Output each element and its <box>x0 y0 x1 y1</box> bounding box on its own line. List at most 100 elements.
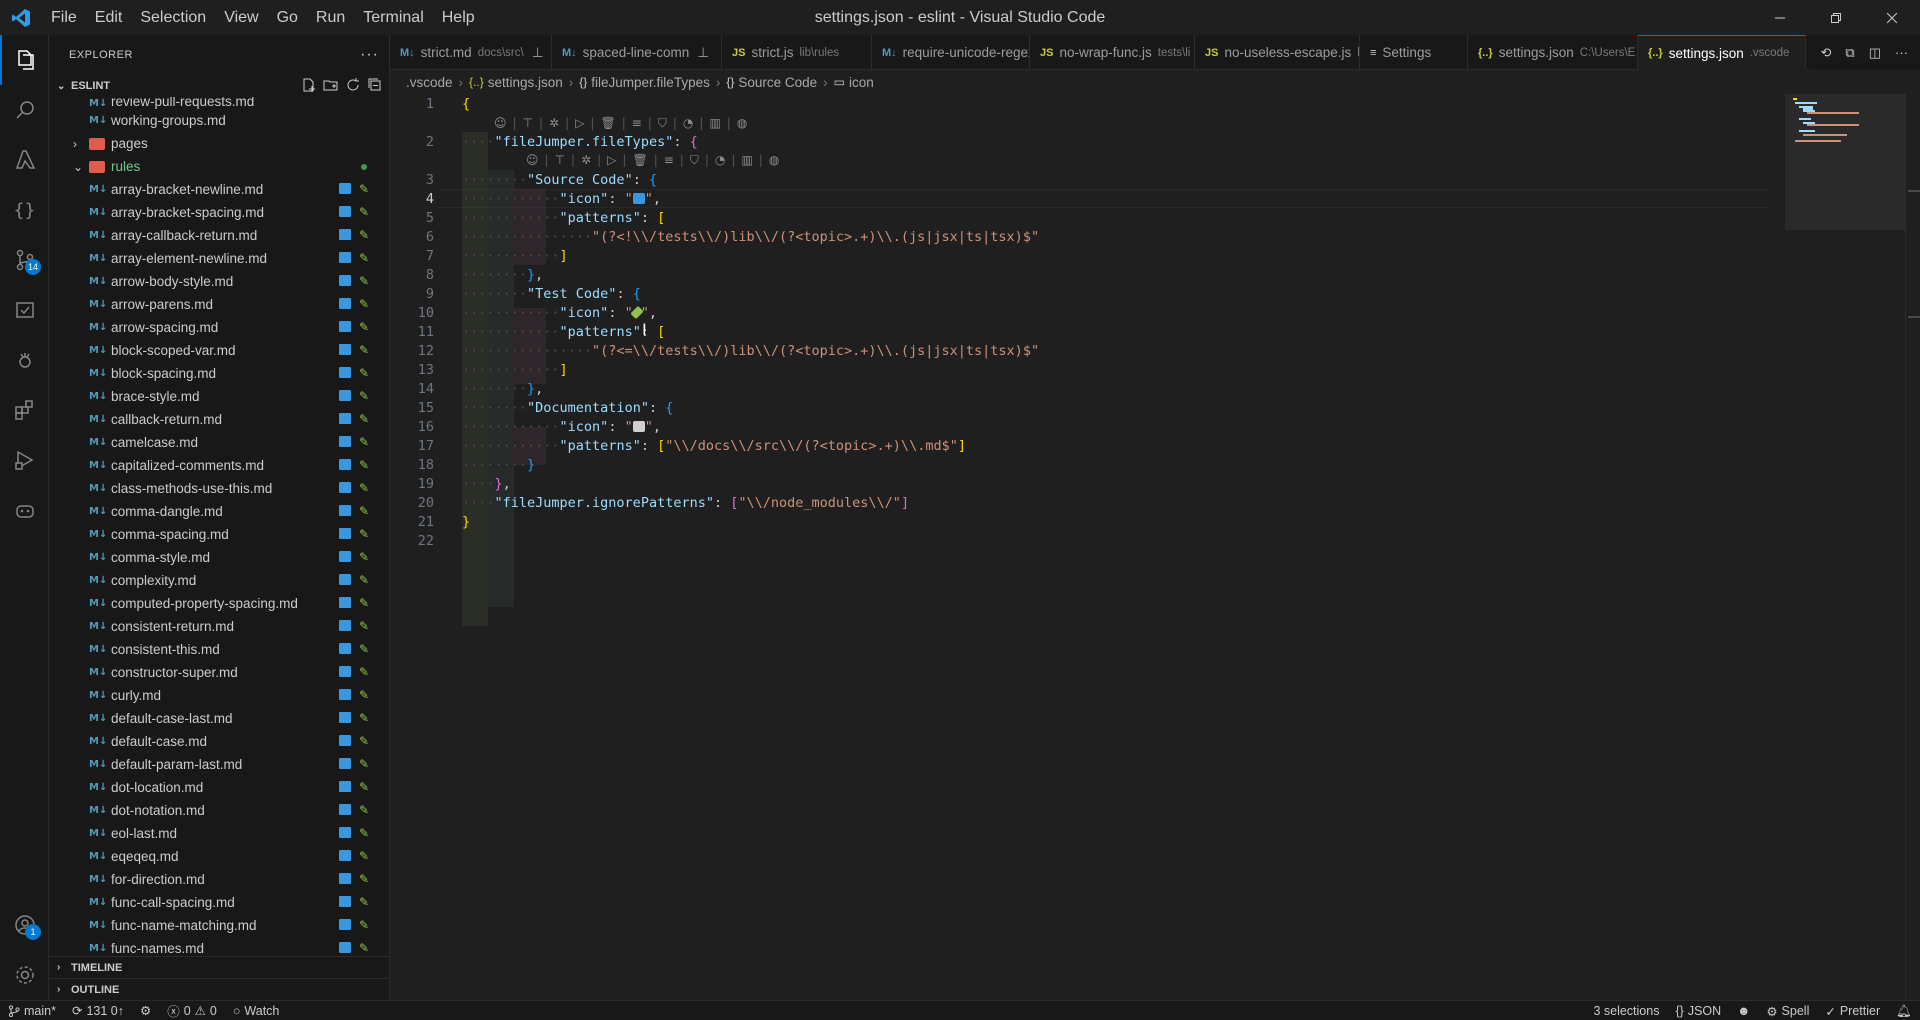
laptop-icon[interactable] <box>339 551 351 562</box>
file-item[interactable]: M↓ func-call-spacing.md ✎ <box>49 891 389 914</box>
laptop-icon[interactable] <box>339 666 351 677</box>
laptop-icon[interactable] <box>339 896 351 907</box>
editor-tab[interactable]: {..} settings.json C:\Users\E <box>1468 35 1638 70</box>
laptop-icon[interactable] <box>339 620 351 631</box>
file-item[interactable]: M↓ callback-return.md ✎ <box>49 408 389 431</box>
file-item[interactable]: M↓ comma-dangle.md ✎ <box>49 500 389 523</box>
type-icon[interactable]: ⊤ <box>555 153 565 167</box>
editor-tab[interactable]: JS strict.js lib\rules <box>722 35 872 70</box>
file-item[interactable]: M↓ block-spacing.md ✎ <box>49 362 389 385</box>
laptop-icon[interactable] <box>339 689 351 700</box>
pencil-icon[interactable]: ✎ <box>359 850 371 862</box>
file-item[interactable]: M↓ capitalized-comments.md ✎ <box>49 454 389 477</box>
manage-gear-icon[interactable] <box>0 950 49 1000</box>
minimap[interactable] <box>1785 94 1905 1000</box>
minimap-slider[interactable] <box>1785 94 1905 230</box>
pencil-icon[interactable]: ✎ <box>359 735 371 747</box>
laptop-icon[interactable] <box>339 367 351 378</box>
pencil-icon[interactable]: ✎ <box>359 505 371 517</box>
pencil-icon[interactable]: ✎ <box>359 275 371 287</box>
pencil-icon[interactable]: ✎ <box>359 620 371 632</box>
file-item[interactable]: M↓ comma-spacing.md ✎ <box>49 523 389 546</box>
pencil-icon[interactable]: ✎ <box>359 528 371 540</box>
delete-icon[interactable]: 🗑 <box>632 153 647 167</box>
pencil-icon[interactable]: ✎ <box>359 919 371 931</box>
pencil-icon[interactable]: ✎ <box>359 436 371 448</box>
file-item[interactable]: M↓ dot-notation.md ✎ <box>49 799 389 822</box>
pencil-icon[interactable]: ✎ <box>359 252 371 264</box>
pencil-icon[interactable]: ✎ <box>359 390 371 402</box>
laptop-icon[interactable] <box>339 873 351 884</box>
laptop-icon[interactable] <box>339 505 351 516</box>
gauge-icon[interactable]: ◔ <box>715 153 725 167</box>
editor-tab[interactable]: M↓ spaced-line-comn ⊥ <box>552 35 722 70</box>
file-item[interactable]: M↓ default-case.md ✎ <box>49 730 389 753</box>
laptop-icon[interactable] <box>339 735 351 746</box>
outline-section[interactable]: › OUTLINE <box>49 978 389 1000</box>
laptop-icon[interactable] <box>339 482 351 493</box>
file-item[interactable]: M↓ array-bracket-spacing.md ✎ <box>49 201 389 224</box>
minimize-button[interactable] <box>1752 0 1808 35</box>
collapse-all-icon[interactable] <box>367 77 383 96</box>
laptop-icon[interactable] <box>339 252 351 263</box>
file-item[interactable]: M↓ arrow-spacing.md ✎ <box>49 316 389 339</box>
pencil-icon[interactable]: ✎ <box>359 942 371 954</box>
pencil-icon[interactable]: ✎ <box>359 459 371 471</box>
file-item[interactable]: M↓ consistent-return.md ✎ <box>49 615 389 638</box>
file-item[interactable]: M↓ class-methods-use-this.md ✎ <box>49 477 389 500</box>
copilot-icon[interactable] <box>0 485 49 535</box>
file-item[interactable]: M↓ array-element-newline.md ✎ <box>49 247 389 270</box>
pencil-icon[interactable]: ✎ <box>359 781 371 793</box>
codelens-toolbar[interactable]: ☺ | ⊤ | ✲ | ▷ | 🗑 | ≡ | ⛉ | ◔ | ▥ | ◍ <box>526 151 779 169</box>
laptop-icon[interactable] <box>339 459 351 470</box>
run-icon[interactable]: ▷ <box>607 153 616 167</box>
smiley-icon[interactable]: ☺ <box>494 116 507 130</box>
split-editor-icon[interactable]: ◫ <box>1869 45 1881 61</box>
laptop-icon[interactable] <box>339 804 351 815</box>
remote-explorer-icon[interactable] <box>0 435 49 485</box>
laptop-icon[interactable] <box>339 528 351 539</box>
close-window-button[interactable] <box>1864 0 1920 35</box>
laptop-icon[interactable] <box>339 436 351 447</box>
laptop-icon[interactable] <box>339 919 351 930</box>
run-icon[interactable]: ▷ <box>575 116 584 130</box>
new-file-icon[interactable] <box>301 77 317 96</box>
refresh-icon[interactable] <box>345 77 361 96</box>
file-item[interactable]: M↓ func-names.md ✎ <box>49 937 389 957</box>
menu-run[interactable]: Run <box>307 0 354 35</box>
folder-item[interactable]: › pages <box>49 132 389 155</box>
pin-icon[interactable]: ⊥ <box>532 45 544 61</box>
more-actions-icon[interactable]: ··· <box>1895 45 1908 60</box>
extensions-icon[interactable] <box>0 385 49 435</box>
pencil-icon[interactable]: ✎ <box>359 298 371 310</box>
menu-file[interactable]: File <box>42 0 86 35</box>
breadcrumb-item[interactable]: Source Code <box>738 75 817 90</box>
timeline-section[interactable]: › TIMELINE <box>49 956 389 978</box>
menu-terminal[interactable]: Terminal <box>354 0 432 35</box>
open-preview-icon[interactable]: ⧉ <box>1845 45 1854 61</box>
pencil-icon[interactable]: ✎ <box>359 689 371 701</box>
pencil-icon[interactable]: ✎ <box>359 229 371 241</box>
azure-icon[interactable] <box>0 135 49 185</box>
type-icon[interactable]: ⊤ <box>523 116 533 130</box>
watch-status[interactable]: ○ Watch <box>225 1001 288 1020</box>
problems-status[interactable]: ⓧ 0 ⚠ 0 <box>159 1001 225 1020</box>
delete-icon[interactable]: 🗑 <box>600 116 615 130</box>
laptop-icon[interactable] <box>339 827 351 838</box>
laptop-icon[interactable] <box>339 850 351 861</box>
breadcrumb-item[interactable]: icon <box>849 75 874 90</box>
file-item[interactable]: M↓ computed-property-spacing.md ✎ <box>49 592 389 615</box>
editor-tab[interactable]: ≡ Settings <box>1360 35 1468 70</box>
file-item[interactable]: M↓ complexity.md ✎ <box>49 569 389 592</box>
file-item[interactable]: M↓ default-param-last.md ✎ <box>49 753 389 776</box>
test-icon[interactable] <box>0 285 49 335</box>
laptop-icon[interactable] <box>339 229 351 240</box>
file-item[interactable]: M↓ camelcase.md ✎ <box>49 431 389 454</box>
palette-icon[interactable]: ◍ <box>769 153 779 167</box>
file-item[interactable]: M↓ array-bracket-newline.md ✎ <box>49 178 389 201</box>
workspace-root-section[interactable]: ⌄ ESLINT <box>49 75 389 97</box>
pencil-icon[interactable]: ✎ <box>359 597 371 609</box>
source-control-icon[interactable]: 14 <box>0 235 49 285</box>
breadcrumb-item[interactable]: fileJumper.fileTypes <box>591 75 710 90</box>
pencil-icon[interactable]: ✎ <box>359 551 371 563</box>
